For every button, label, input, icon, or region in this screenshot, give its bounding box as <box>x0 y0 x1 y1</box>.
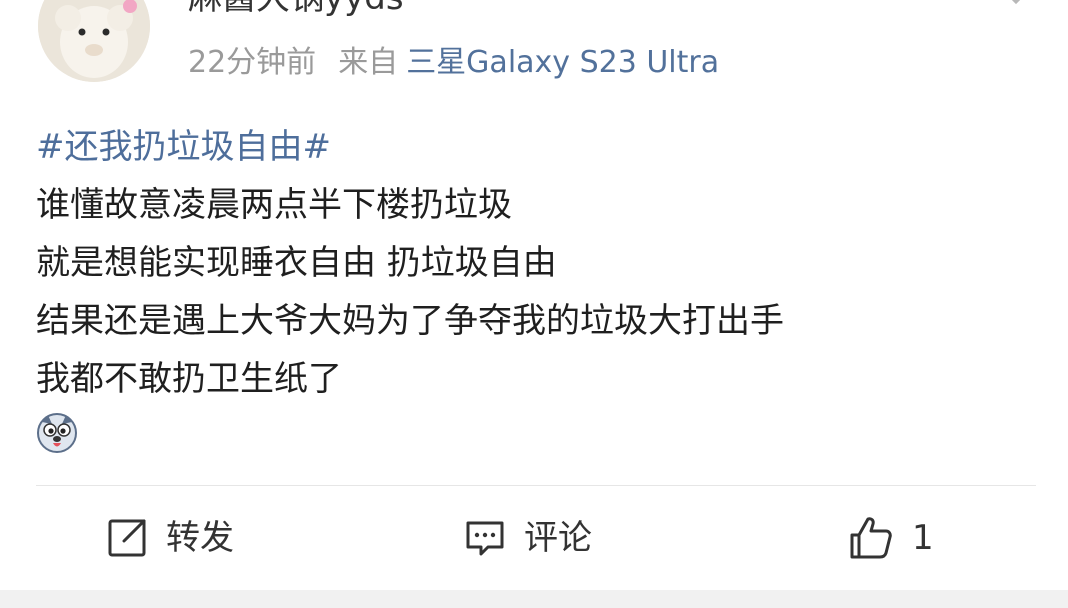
husky-face-icon <box>37 413 77 453</box>
post-text-line: 我都不敢扔卫生纸了 <box>36 359 342 399</box>
share-icon <box>108 519 146 557</box>
feed-separator <box>0 590 1068 608</box>
comment-icon <box>466 521 504 556</box>
device-link[interactable]: 三星Galaxy S23 Ultra <box>406 45 719 80</box>
like-count: 1 <box>912 518 934 558</box>
alpaca-avatar-icon <box>38 0 150 82</box>
avatar[interactable] <box>38 0 150 82</box>
post-text-line: 结果还是遇上大爷大妈为了争夺我的垃圾大打出手 <box>36 301 784 341</box>
post-content: #还我扔垃圾自由# 谁懂故意凌晨两点半下楼扔垃圾 就是想能实现睡衣自由 扔垃圾自… <box>36 118 1036 408</box>
topic-link[interactable]: #还我扔垃圾自由# <box>36 118 1036 176</box>
post-text-line: 谁懂故意凌晨两点半下楼扔垃圾 <box>36 185 512 225</box>
post-time: 22分钟前 <box>188 45 317 80</box>
author-name[interactable]: 麻酱大锅yyds <box>188 0 404 18</box>
like-button[interactable]: 1 <box>846 512 934 564</box>
comment-label: 评论 <box>524 518 592 558</box>
chevron-down-icon[interactable] <box>998 0 1034 14</box>
repost-label: 转发 <box>166 518 234 558</box>
repost-button[interactable]: 转发 <box>104 512 234 564</box>
post-meta: 22分钟前 来自 三星Galaxy S23 Ultra <box>188 44 719 82</box>
post-text-line: 就是想能实现睡衣自由 扔垃圾自由 <box>36 243 557 283</box>
comment-button[interactable]: 评论 <box>462 512 592 564</box>
source-label: 来自 <box>338 45 399 80</box>
weibo-post-card: 麻酱大锅yyds 22分钟前来自三星Galaxy S23 Ultra #还我扔垃… <box>0 0 1068 590</box>
divider <box>36 485 1036 486</box>
thumbs-up-icon <box>850 517 892 559</box>
